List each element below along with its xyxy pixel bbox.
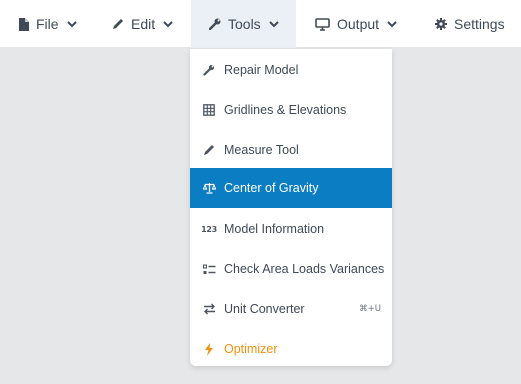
menu-item-label: Check Area Loads Variances bbox=[224, 262, 385, 276]
menu-item-label: Measure Tool bbox=[224, 143, 299, 157]
menu-item-center-of-gravity[interactable]: Center of Gravity bbox=[190, 168, 392, 208]
file-icon bbox=[17, 17, 29, 31]
menu-item-optimizer[interactable]: Optimizer bbox=[190, 329, 392, 366]
tools-menu[interactable]: Tools bbox=[191, 0, 296, 48]
file-menu-label: File bbox=[36, 16, 59, 32]
menu-item-measure-tool[interactable]: Measure Tool bbox=[190, 130, 392, 170]
exchange-arrows-icon bbox=[202, 302, 216, 316]
wrench-icon bbox=[202, 63, 216, 77]
menu-item-label: Gridlines & Elevations bbox=[224, 103, 347, 117]
checklist-icon bbox=[202, 262, 216, 276]
tools-menu-label: Tools bbox=[228, 16, 261, 32]
monitor-icon bbox=[315, 17, 330, 31]
file-menu[interactable]: File bbox=[17, 0, 77, 48]
gear-icon bbox=[435, 17, 447, 31]
settings-menu-label: Settings bbox=[454, 16, 505, 32]
chevron-down-icon bbox=[66, 20, 77, 28]
chevron-down-icon bbox=[387, 20, 397, 28]
pencil-icon bbox=[112, 17, 124, 31]
balance-scale-icon bbox=[202, 181, 216, 195]
output-menu[interactable]: Output bbox=[315, 0, 397, 48]
menu-item-label: Model Information bbox=[224, 222, 325, 236]
number-123-icon: 123 bbox=[201, 224, 217, 234]
menu-item-label: Repair Model bbox=[224, 63, 299, 77]
grid-icon bbox=[202, 103, 216, 117]
edit-menu[interactable]: Edit bbox=[112, 0, 173, 48]
menubar: File Edit Tools Output Settings bbox=[0, 0, 521, 48]
menu-item-gridlines-elevations[interactable]: Gridlines & Elevations bbox=[190, 90, 392, 130]
menu-item-check-area-loads-variances[interactable]: Check Area Loads Variances bbox=[190, 249, 392, 289]
edit-menu-label: Edit bbox=[131, 16, 156, 32]
keyboard-shortcut: ⌘+U bbox=[359, 304, 381, 314]
output-menu-label: Output bbox=[337, 16, 380, 32]
settings-menu[interactable]: Settings bbox=[435, 0, 505, 48]
chevron-down-icon bbox=[163, 20, 173, 28]
wrench-icon bbox=[209, 17, 221, 31]
ruler-icon bbox=[202, 143, 216, 157]
bolt-icon bbox=[202, 342, 216, 356]
menu-item-label: Optimizer bbox=[224, 342, 278, 356]
chevron-down-icon bbox=[268, 20, 279, 28]
menu-item-label: Unit Converter bbox=[224, 302, 305, 316]
menu-item-unit-converter[interactable]: Unit Converter ⌘+U bbox=[190, 289, 392, 329]
menu-item-model-information[interactable]: 123 Model Information bbox=[190, 209, 392, 249]
menu-item-label: Center of Gravity bbox=[224, 181, 319, 195]
tools-dropdown-menu: Repair Model Gridlines & Elevations Meas… bbox=[190, 49, 392, 366]
menu-item-repair-model[interactable]: Repair Model bbox=[190, 50, 392, 90]
